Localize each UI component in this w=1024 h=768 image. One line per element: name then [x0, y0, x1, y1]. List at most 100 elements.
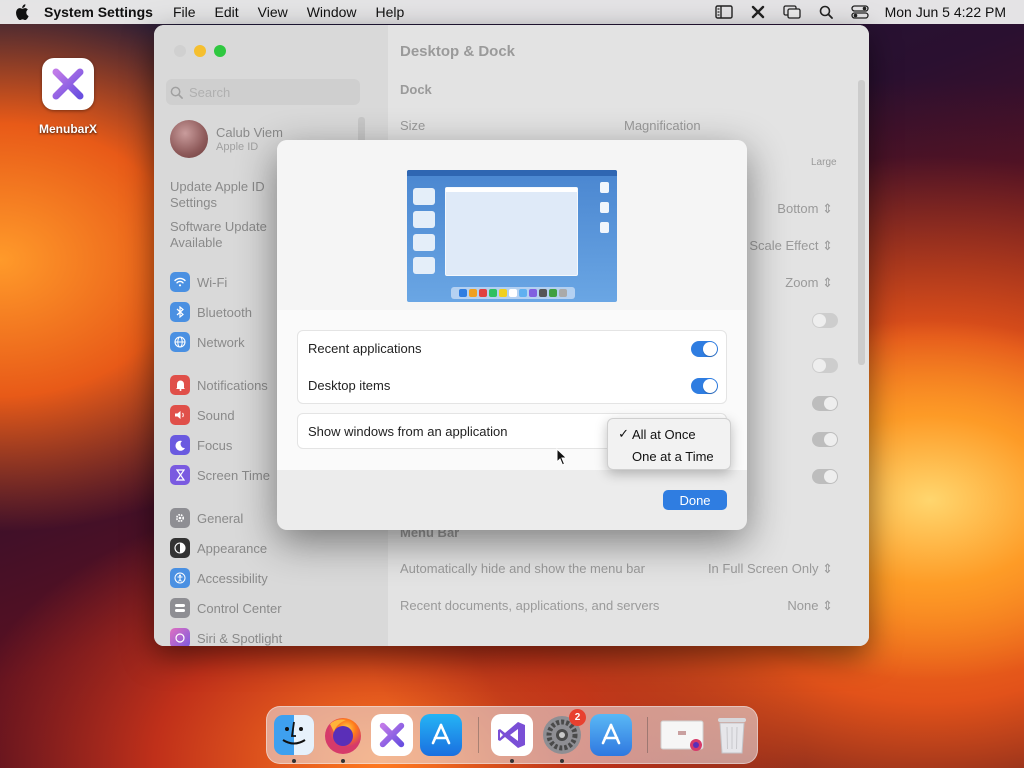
autohide-value: In Full Screen Only	[707, 561, 819, 576]
search-input[interactable]	[189, 84, 349, 100]
sidebar-item-sound[interactable]: Sound	[170, 404, 235, 426]
menu-bar: System Settings File Edit View Window He…	[0, 0, 1024, 24]
size-label: Size	[400, 118, 426, 133]
desktop-items-toggle[interactable]	[691, 378, 718, 394]
settings-search-box[interactable]	[166, 79, 360, 105]
bluetooth-icon	[170, 302, 190, 322]
control-center-icon[interactable]	[843, 0, 877, 24]
minimize-window-button[interactable]	[194, 45, 206, 57]
sidebar-item-siri-spotlight[interactable]: Siri & Spotlight	[170, 627, 282, 646]
moon-icon	[170, 435, 190, 455]
profile-name: Calub Viem	[216, 125, 283, 140]
search-icon	[170, 86, 183, 99]
wifi-icon	[170, 272, 190, 292]
menu-file[interactable]: File	[173, 4, 196, 20]
position-on-screen-select[interactable]: Bottom ⇕	[777, 201, 833, 217]
autohide-menubar-label: Automatically hide and show the menu bar	[400, 561, 645, 576]
popup-option-label: All at Once	[632, 426, 696, 442]
menu-app-name[interactable]: System Settings	[44, 4, 153, 20]
show-windows-label: Show windows from an application	[308, 424, 508, 439]
dock-menubarx-icon[interactable]	[371, 714, 413, 756]
done-button[interactable]: Done	[663, 490, 727, 510]
main-scrollbar[interactable]	[858, 80, 865, 365]
desktop-preview-image	[407, 170, 617, 302]
recent-docs-value: None	[787, 598, 819, 613]
page-title: Desktop & Dock	[400, 43, 516, 60]
accessibility-icon	[170, 568, 190, 588]
menu-clock[interactable]: Mon Jun 5 4:22 PM	[885, 4, 1006, 20]
sidebar-item-label: Appearance	[197, 540, 268, 556]
dock-section-heading: Dock	[400, 82, 432, 97]
magnification-large-label: Large	[811, 157, 837, 168]
sidebar-item-label: Sound	[197, 407, 235, 423]
recent-documents-select[interactable]: None ⇕	[787, 598, 833, 614]
apple-id-profile[interactable]: Calub Viem Apple ID	[170, 120, 283, 158]
sidebar-item-accessibility[interactable]: Accessibility	[170, 567, 268, 589]
sidebar-item-label: Network	[197, 334, 245, 350]
recent-documents-label: Recent documents, applications, and serv…	[400, 598, 660, 613]
desktop-items-label: Desktop items	[308, 378, 391, 393]
sidebar-item-label: Bluetooth	[197, 304, 252, 320]
menu-help[interactable]: Help	[376, 4, 405, 20]
menu-view[interactable]: View	[258, 4, 288, 20]
popup-option-one-at-a-time[interactable]: One at a Time	[608, 445, 730, 467]
apple-menu-icon[interactable]	[0, 0, 44, 24]
double-click-select[interactable]: Zoom ⇕	[785, 275, 833, 291]
dock-trash-icon[interactable]	[711, 714, 753, 756]
double-click-value: Zoom	[785, 275, 819, 290]
minimize-effect-select[interactable]: Scale Effect ⇕	[749, 238, 833, 254]
dock-firefox-icon[interactable]	[322, 714, 364, 756]
menu-edit[interactable]: Edit	[215, 4, 239, 20]
sidebar-item-general[interactable]: General	[170, 507, 243, 529]
appearance-icon	[170, 538, 190, 558]
dock-visual-studio-icon[interactable]	[491, 714, 533, 756]
dock-toggle-3[interactable]	[812, 396, 838, 411]
menu-window[interactable]: Window	[307, 4, 357, 20]
preview-dock	[451, 287, 575, 299]
sidebar-item-wifi[interactable]: Wi-Fi	[170, 271, 227, 293]
globe-icon	[170, 332, 190, 352]
sidebar-item-network[interactable]: Network	[170, 331, 245, 353]
sidebar-list-icon[interactable]	[707, 0, 741, 24]
sidebar-item-bluetooth[interactable]: Bluetooth	[170, 301, 252, 323]
dock-toggle-1[interactable]	[812, 313, 838, 328]
window-stack-icon[interactable]	[775, 0, 809, 24]
speaker-icon	[170, 405, 190, 425]
recent-applications-toggle[interactable]	[691, 341, 718, 357]
dock-toggle-2[interactable]	[812, 358, 838, 373]
zoom-window-button[interactable]	[214, 45, 226, 57]
avatar	[170, 120, 208, 158]
sidebar-item-appearance[interactable]: Appearance	[170, 537, 267, 559]
minimize-value: Scale Effect	[749, 238, 819, 253]
sidebar-item-label: General	[197, 510, 244, 526]
sidebar-item-label: Focus	[197, 437, 233, 453]
notification-badge: 2	[569, 709, 586, 726]
magnification-label: Magnification	[624, 118, 701, 133]
sidebar-item-label: Notifications	[197, 377, 268, 393]
sidebar-item-notifications[interactable]: Notifications	[170, 374, 268, 396]
autohide-menubar-select[interactable]: In Full Screen Only ⇕	[708, 561, 833, 577]
dock-app-store-2-icon[interactable]	[590, 714, 632, 756]
menubarx-icon[interactable]	[741, 0, 775, 24]
hourglass-icon	[170, 465, 190, 485]
dock-finder-icon[interactable]	[273, 714, 315, 756]
sidebar-item-focus[interactable]: Focus	[170, 434, 232, 456]
sidebar-item-label: Control Center	[197, 600, 282, 616]
desktop-items-sheet: Recent applications Desktop items Show w…	[277, 140, 747, 530]
sidebar-item-screen-time[interactable]: Screen Time	[170, 464, 270, 486]
sidebar-item-label: Wi-Fi	[197, 274, 228, 290]
spotlight-search-icon[interactable]	[809, 0, 843, 24]
popup-option-all-at-once[interactable]: ✓ All at Once	[608, 423, 730, 445]
close-window-button[interactable]	[174, 45, 186, 57]
sidebar-item-label: Siri & Spotlight	[197, 630, 283, 646]
mouse-cursor-icon	[556, 447, 568, 471]
checkmark-icon: ✓	[618, 426, 629, 441]
sidebar-item-control-center[interactable]: Control Center	[170, 597, 282, 619]
dock-window-preview-icon[interactable]	[659, 714, 705, 756]
dock-toggle-4[interactable]	[812, 432, 838, 447]
position-value: Bottom	[777, 201, 819, 216]
dock-toggle-5[interactable]	[812, 469, 838, 484]
desktop-icon-menubarx[interactable]: MenubarX	[30, 58, 106, 136]
toggle-group: Recent applications Desktop items	[297, 330, 727, 404]
dock-app-store-icon[interactable]	[420, 714, 462, 756]
